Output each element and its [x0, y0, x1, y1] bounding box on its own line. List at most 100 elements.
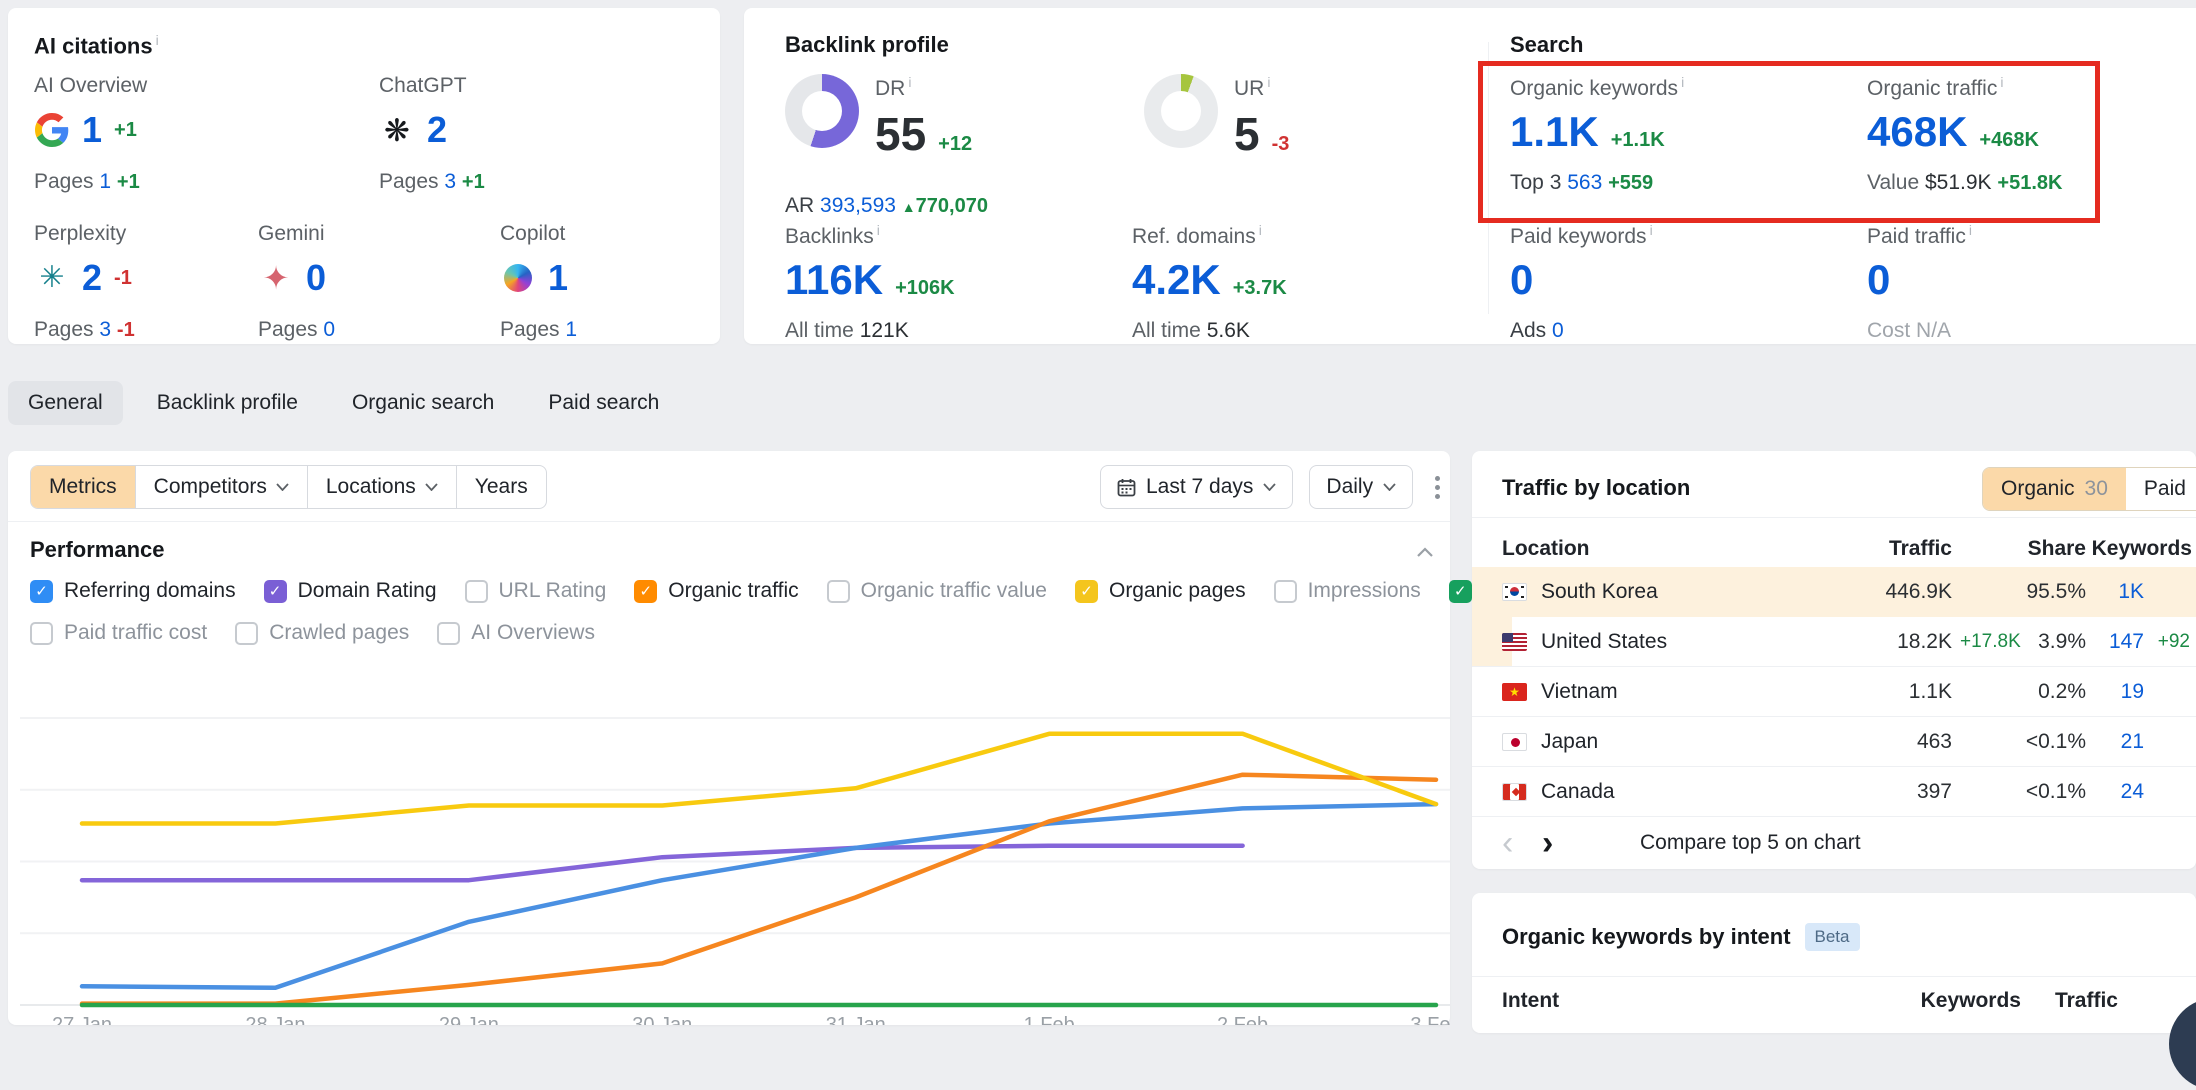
- checked-checkbox-icon[interactable]: ✓: [1075, 580, 1098, 603]
- table-row-japan[interactable]: Japan 463 <0.1% 21: [1472, 717, 2196, 767]
- ref-domains-metric: Ref. domainsi 4.2K+3.7K All time 5.6K: [1132, 222, 1287, 343]
- chatgpt-metric: ChatGPT ❋ 2 Pages 3 +1: [379, 74, 485, 194]
- keywords-by-intent-card: Organic keywords by intent Beta Intent K…: [1472, 893, 2196, 1033]
- x-axis-label: 28 Jan: [245, 1014, 305, 1025]
- united-states-flag-icon: [1502, 633, 1527, 651]
- traffic-by-location-title: Traffic by location: [1502, 475, 1690, 501]
- tab-paid-search[interactable]: Paid search: [528, 381, 679, 425]
- top3-value-link[interactable]: 563: [1567, 171, 1602, 194]
- backlink-search-card: Backlink profile DRi 55+12 AR 393,593 ▲7…: [744, 8, 2196, 344]
- x-axis-label: 2 Feb: [1217, 1014, 1268, 1025]
- unchecked-checkbox-icon[interactable]: [465, 580, 488, 603]
- backlinks-value-link[interactable]: 116K: [785, 259, 883, 301]
- metric-checkbox-organic-traffic[interactable]: ✓Organic traffic: [634, 579, 798, 603]
- info-icon[interactable]: i: [156, 32, 159, 48]
- calendar-icon: [1117, 478, 1136, 497]
- ai-overview-value: 1: [82, 109, 102, 151]
- info-icon[interactable]: i: [1650, 222, 1653, 238]
- checked-checkbox-icon[interactable]: ✓: [634, 580, 657, 603]
- organic-keywords-value-link[interactable]: 1.1K: [1510, 111, 1599, 153]
- ai-overview-pages-link[interactable]: 1: [99, 170, 111, 193]
- x-axis-label: 30 Jan: [632, 1014, 692, 1025]
- tab-organic-search[interactable]: Organic search: [332, 381, 514, 425]
- collapse-chevron-up-icon[interactable]: [1416, 545, 1434, 563]
- checked-checkbox-icon[interactable]: ✓: [264, 580, 287, 603]
- unchecked-checkbox-icon[interactable]: [1274, 580, 1297, 603]
- keywords-link[interactable]: 24: [2086, 780, 2144, 804]
- metric-checkbox-organic-traffic-value[interactable]: Organic traffic value: [827, 579, 1047, 603]
- keywords-link[interactable]: 1K: [2086, 580, 2144, 604]
- keywords-link[interactable]: 147: [2086, 630, 2144, 654]
- ar-value-link[interactable]: 393,593: [820, 194, 896, 217]
- x-axis-label: 31 Jan: [826, 1014, 886, 1025]
- performance-card: Metrics Competitors Locations Years Last…: [8, 451, 1450, 1025]
- organic-traffic-metric: Organic traffici 468K+468K Value $51.9K …: [1867, 74, 2062, 195]
- overview-tab-bar: General Backlink profile Organic search …: [8, 381, 679, 425]
- line-chart-svg: 27 Jan28 Jan29 Jan30 Jan31 Jan1 Feb2 Feb…: [20, 669, 1450, 1025]
- copilot-pages-link[interactable]: 1: [565, 318, 577, 341]
- table-row-vietnam[interactable]: ★Vietnam 1.1K 0.2% 19: [1472, 667, 2196, 717]
- info-icon[interactable]: i: [1681, 74, 1684, 90]
- traffic-by-location-card: Traffic by location Organic30 Paid0 Loca…: [1472, 451, 2196, 869]
- checked-checkbox-icon[interactable]: ✓: [30, 580, 53, 603]
- x-axis-label: 1 Feb: [1024, 1014, 1075, 1025]
- date-range-button[interactable]: Last 7 days: [1100, 465, 1293, 509]
- perplexity-pages-link[interactable]: 3: [99, 318, 111, 341]
- info-icon[interactable]: i: [1267, 74, 1270, 90]
- competitors-filter-button[interactable]: Competitors: [136, 466, 308, 508]
- search-title: Search: [1510, 32, 1583, 58]
- metric-checkbox-crawled-pages[interactable]: Crawled pages: [235, 621, 409, 645]
- info-icon[interactable]: i: [877, 222, 880, 238]
- metric-checkbox-organic-pages[interactable]: ✓Organic pages: [1075, 579, 1246, 603]
- chatgpt-pages-link[interactable]: 3: [444, 170, 456, 193]
- keywords-link[interactable]: 21: [2086, 730, 2144, 754]
- chatgpt-value: 2: [427, 109, 447, 151]
- copilot-metric: Copilot 1 Pages 1: [500, 222, 577, 342]
- info-icon[interactable]: i: [2000, 74, 2003, 90]
- years-filter-button[interactable]: Years: [457, 466, 546, 508]
- table-row-south-korea[interactable]: South Korea 446.9K 95.5% 1K: [1472, 567, 2196, 617]
- checked-checkbox-icon[interactable]: ✓: [1449, 580, 1472, 603]
- previous-page-icon[interactable]: ‹: [1502, 829, 1542, 857]
- metric-checkbox-paid-traffic-cost[interactable]: Paid traffic cost: [30, 621, 207, 645]
- metrics-filter-button[interactable]: Metrics: [31, 466, 136, 508]
- table-row-united-states[interactable]: United States 18.2K +17.8K 3.9% 147 +92: [1472, 617, 2196, 667]
- paid-keywords-value-link[interactable]: 0: [1510, 259, 1533, 301]
- japan-flag-icon: [1502, 733, 1527, 751]
- gemini-icon: ✦: [258, 260, 294, 296]
- unchecked-checkbox-icon[interactable]: [30, 622, 53, 645]
- performance-line-chart[interactable]: 27 Jan28 Jan29 Jan30 Jan31 Jan1 Feb2 Feb…: [20, 669, 1450, 1025]
- perplexity-metric: Perplexity ✳ 2 -1 Pages 3 -1: [34, 222, 135, 342]
- paid-traffic-value-link[interactable]: 0: [1867, 259, 1890, 301]
- tab-general[interactable]: General: [8, 381, 123, 425]
- ads-value-link[interactable]: 0: [1552, 319, 1564, 342]
- ref-domains-value-link[interactable]: 4.2K: [1132, 259, 1221, 301]
- compare-top5-link[interactable]: Compare top 5 on chart: [1640, 831, 1861, 855]
- organic-paid-toggle: Organic30 Paid0: [1982, 467, 2196, 511]
- organic-traffic-value-link[interactable]: 468K: [1867, 111, 1967, 153]
- keywords-link[interactable]: 19: [2086, 680, 2144, 704]
- unchecked-checkbox-icon[interactable]: [235, 622, 258, 645]
- granularity-button[interactable]: Daily: [1309, 465, 1413, 509]
- toggle-organic[interactable]: Organic30: [1983, 468, 2126, 510]
- info-icon[interactable]: i: [908, 74, 911, 90]
- unchecked-checkbox-icon[interactable]: [437, 622, 460, 645]
- series-referring-domains: [82, 804, 1436, 988]
- table-row-canada[interactable]: Canada 397 <0.1% 24: [1472, 767, 2196, 817]
- info-icon[interactable]: i: [1259, 222, 1262, 238]
- info-icon[interactable]: i: [1969, 222, 1972, 238]
- metric-checkbox-referring-domains[interactable]: ✓Referring domains: [30, 579, 236, 603]
- locations-filter-button[interactable]: Locations: [308, 466, 457, 508]
- metric-checkbox-domain-rating[interactable]: ✓Domain Rating: [264, 579, 437, 603]
- gemini-pages-link[interactable]: 0: [323, 318, 335, 341]
- ai-citations-title: AI citationsi: [34, 32, 159, 59]
- tab-backlink-profile[interactable]: Backlink profile: [137, 381, 318, 425]
- performance-section-title: Performance: [30, 537, 165, 563]
- metric-checkbox-impressions[interactable]: Impressions: [1274, 579, 1421, 603]
- metric-checkbox-ai-overviews[interactable]: AI Overviews: [437, 621, 595, 645]
- unchecked-checkbox-icon[interactable]: [827, 580, 850, 603]
- metric-checkbox-url-rating[interactable]: URL Rating: [465, 579, 607, 603]
- more-options-kebab-icon[interactable]: [1429, 470, 1446, 505]
- next-page-icon[interactable]: ›: [1542, 829, 1582, 857]
- toggle-paid[interactable]: Paid0: [2126, 468, 2196, 510]
